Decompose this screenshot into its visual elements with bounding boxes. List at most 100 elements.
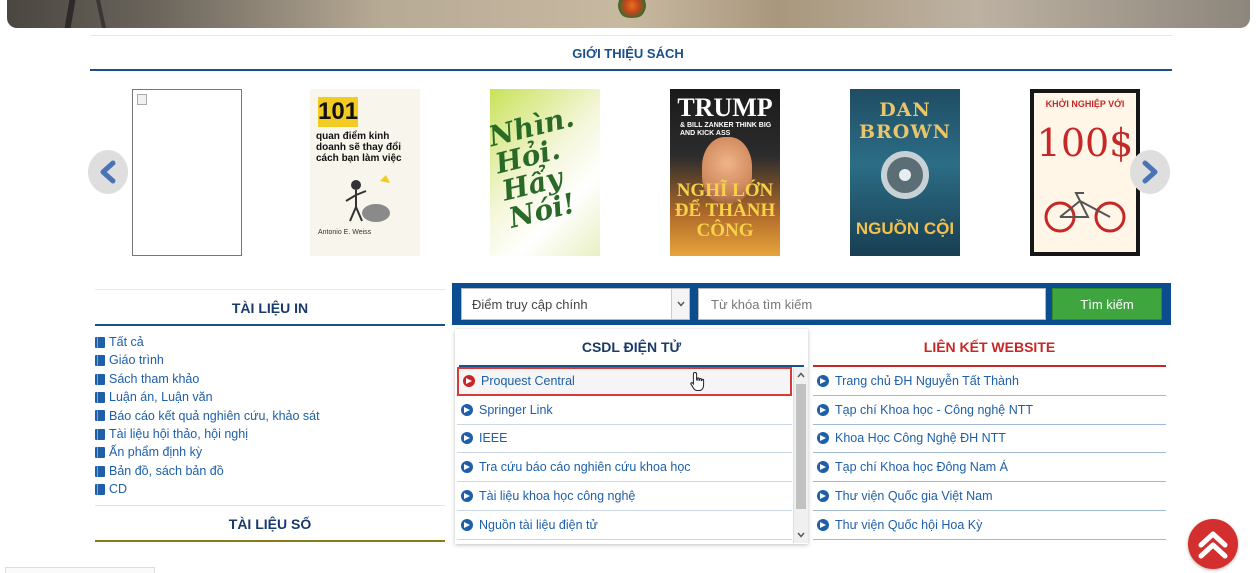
book-cover-number: 101 <box>318 97 359 127</box>
db-link-label: Proquest Central <box>481 374 575 389</box>
electronic-db-title: CSDL ĐIỆN TỬ <box>581 339 682 355</box>
left-sidebar: TÀI LIỆU IN Tất cả Giáo trình Sách tham … <box>95 289 445 542</box>
website-link-label: Khoa Học Công Nghệ ĐH NTT <box>835 431 1006 446</box>
list-item-label: CD <box>109 482 128 497</box>
digital-docs-title[interactable]: TÀI LIỆU SỐ <box>95 506 445 540</box>
db-link-label: Nguồn tài liệu điện tử <box>479 517 598 532</box>
website-link-label: Tạp chí Khoa học - Công nghệ NTT <box>835 402 1034 417</box>
book-intro-underline <box>90 69 1172 71</box>
search-field-select[interactable]: Điểm truy cập chính <box>461 288 690 320</box>
db-link-e-resources[interactable]: Nguồn tài liệu điện tử <box>457 511 792 540</box>
website-links-title: LIÊN KẾT WEBSITE <box>923 339 1056 355</box>
chevron-down-icon[interactable] <box>671 289 689 319</box>
list-item-label: Báo cáo kết quả nghiên cứu, khảo sát <box>109 408 320 423</box>
scroll-to-top-button[interactable] <box>1188 519 1238 569</box>
select-value: Điểm truy cập chính <box>472 296 588 312</box>
list-item[interactable]: Tài liệu hội thảo, hội nghị <box>95 425 445 443</box>
db-link-proquest[interactable]: Proquest Central <box>457 367 792 396</box>
book-icon <box>95 410 105 422</box>
list-item-label: Sách tham khảo <box>109 371 200 386</box>
book-illustration <box>345 175 390 222</box>
list-item[interactable]: Báo cáo kết quả nghiên cứu, khảo sát <box>95 407 445 425</box>
book-cover-tagline: NGHĨ LỚN ĐỂ THÀNH CÔNG <box>674 180 776 241</box>
db-link-label: Springer Link <box>479 402 553 417</box>
print-docs-list: Tất cả Giáo trình Sách tham khảo Luận án… <box>95 333 445 499</box>
list-item-label: Tài liệu hội thảo, hội nghị <box>109 427 248 442</box>
book-cover-2[interactable]: 101 quan điểm kinh doanh sẽ thay đổi các… <box>310 89 420 256</box>
library-homepage: GIỚI THIỆU SÁCH 101 quan điểm kinh doanh… <box>0 0 1256 573</box>
header-banner-image <box>7 0 1250 28</box>
db-link-ieee[interactable]: IEEE <box>457 425 792 454</box>
list-item-label: Bản đồ, sách bản đồ <box>109 463 224 478</box>
list-item[interactable]: Tất cả <box>95 333 445 351</box>
hand-pointer-cursor-icon <box>690 371 705 391</box>
book-cover-title: Nhìn. Hỏi. Hẩy Nói! <box>490 100 579 235</box>
db-link-springer[interactable]: Springer Link <box>457 396 792 425</box>
carousel-next-button[interactable] <box>1130 150 1170 194</box>
arrow-circle-icon <box>817 374 829 387</box>
book-cover-author: DAN BROWN <box>858 99 952 143</box>
book-cover-3[interactable]: Nhìn. Hỏi. Hẩy Nói! <box>490 89 600 256</box>
bicycle-illustration <box>1044 192 1126 233</box>
website-link[interactable]: Thư viện Quốc gia Việt Nam <box>813 482 1166 511</box>
arrow-circle-icon <box>461 490 473 503</box>
search-button[interactable]: Tìm kiếm <box>1052 288 1162 320</box>
website-link-label: Tạp chí Khoa học Đông Nam Á <box>835 460 1009 475</box>
carousel-prev-button[interactable] <box>88 150 128 194</box>
arrow-circle-icon <box>817 490 829 503</box>
website-link[interactable]: Trang chủ ĐH Nguyễn Tất Thành <box>813 367 1166 396</box>
arrow-circle-icon <box>461 518 473 531</box>
double-chevron-up-icon <box>1198 531 1228 559</box>
book-cover-author: Antonio E. Weiss <box>318 229 372 236</box>
website-links-panel: LIÊN KẾT WEBSITE Trang chủ ĐH Nguyễn Tất… <box>813 329 1166 544</box>
broken-image-icon <box>137 94 147 105</box>
book-icon <box>95 373 105 385</box>
list-item-label: Luận án, Luận văn <box>109 390 213 405</box>
book-cover-title: quan điểm kinh doanh sẽ thay đổi cách bạ… <box>316 131 402 164</box>
list-item-label: Giáo trình <box>109 353 164 368</box>
arrow-circle-icon <box>463 375 475 388</box>
arrow-circle-icon <box>461 461 473 474</box>
db-list-scrollbar[interactable] <box>793 367 808 543</box>
list-item[interactable]: CD <box>95 480 445 498</box>
list-item-label: Ấn phẩm định kỳ <box>109 445 203 460</box>
chevron-right-icon <box>1142 160 1158 184</box>
website-link-label: Thư viện Quốc gia Việt Nam <box>835 489 993 504</box>
list-item[interactable]: Luận án, Luận văn <box>95 388 445 406</box>
footer-tab <box>5 567 155 573</box>
website-link[interactable]: Thư viện Quốc hội Hoa Kỳ <box>813 511 1166 540</box>
db-link-label: IEEE <box>479 431 508 446</box>
list-item[interactable]: Ấn phẩm định kỳ <box>95 443 445 461</box>
book-cover-title: KHỞI NGHIỆP VỚI <box>1045 99 1125 109</box>
book-cover-6[interactable]: KHỞI NGHIỆP VỚI 100$ <box>1030 89 1140 256</box>
book-icon <box>95 483 105 495</box>
book-cover-subtitle: & BILL ZANKER THINK BIG AND KICK ASS <box>680 122 772 137</box>
digital-docs-underline <box>95 539 445 542</box>
list-item[interactable]: Bản đồ, sách bản đồ <box>95 462 445 480</box>
book-cover-title: NGUỒN CỘI <box>855 219 955 238</box>
search-bar: Điểm truy cập chính Tìm kiếm <box>452 283 1171 325</box>
website-link-label: Trang chủ ĐH Nguyễn Tất Thành <box>835 373 1019 388</box>
website-link[interactable]: Tạp chí Khoa học - Công nghệ NTT <box>813 396 1166 425</box>
website-link[interactable]: Tạp chí Khoa học Đông Nam Á <box>813 453 1166 483</box>
book-icon <box>95 428 105 440</box>
scrollbar-thumb[interactable] <box>796 384 806 509</box>
db-link-research-reports[interactable]: Tra cứu báo cáo nghiên cứu khoa học <box>457 453 792 483</box>
db-link-science-tech[interactable]: Tài liệu khoa học công nghệ <box>457 482 792 511</box>
book-cover-4[interactable]: TRUMP & BILL ZANKER THINK BIG AND KICK A… <box>670 89 780 256</box>
print-docs-underline <box>95 324 445 326</box>
list-item-label: Tất cả <box>109 335 144 349</box>
scroll-up-icon[interactable] <box>794 368 808 382</box>
list-item[interactable]: Sách tham khảo <box>95 370 445 388</box>
book-icon <box>95 336 105 348</box>
electronic-db-list: Proquest Central Springer Link IEEE Tra … <box>457 367 792 540</box>
list-item[interactable]: Giáo trình <box>95 351 445 369</box>
website-link[interactable]: Khoa Học Công Nghệ ĐH NTT <box>813 425 1166 454</box>
arrow-circle-icon <box>817 432 829 445</box>
book-icon <box>95 447 105 459</box>
book-cover-5[interactable]: DAN BROWN NGUỒN CỘI <box>850 89 960 256</box>
search-input[interactable] <box>698 288 1046 320</box>
scroll-down-icon[interactable] <box>794 528 808 542</box>
chevron-left-icon <box>100 160 116 184</box>
book-cover-1[interactable] <box>132 89 242 256</box>
